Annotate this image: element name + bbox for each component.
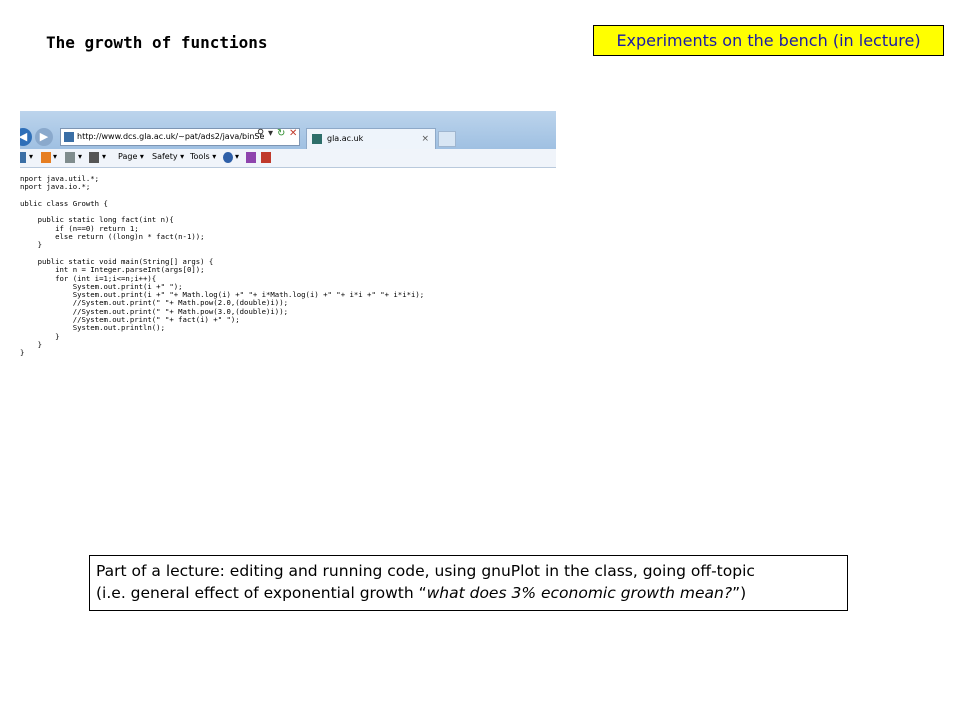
new-tab-button[interactable] bbox=[438, 131, 456, 147]
browser-tab[interactable]: gla.ac.uk × bbox=[306, 128, 436, 149]
caption-line-2: (i.e. general effect of exponential grow… bbox=[96, 582, 841, 604]
safety-menu[interactable]: Safety ▾ bbox=[152, 152, 184, 161]
command-bar: ▾ ▾ ▾ ▾ Page ▾ Safety ▾ Tools ▾ ▾ bbox=[20, 149, 556, 168]
slide-title: The growth of functions bbox=[46, 33, 268, 52]
stop-icon[interactable]: ✕ bbox=[289, 128, 297, 139]
topic-tag: Experiments on the bench (in lecture) bbox=[593, 25, 944, 56]
chevron-down-icon[interactable]: ▾ bbox=[268, 128, 273, 139]
tab-title: gla.ac.uk bbox=[327, 134, 364, 143]
chevron-down-icon[interactable]: ▾ bbox=[78, 152, 82, 161]
feeds-icon[interactable] bbox=[41, 152, 51, 163]
chevron-down-icon[interactable]: ▾ bbox=[235, 152, 239, 161]
page-menu[interactable]: Page ▾ bbox=[118, 152, 144, 161]
onenote-icon[interactable] bbox=[246, 152, 256, 163]
caption-question: what does 3% economic growth mean? bbox=[426, 584, 733, 602]
home-icon[interactable] bbox=[20, 152, 26, 163]
forward-icon[interactable]: ▶ bbox=[35, 128, 53, 146]
caption-line-1: Part of a lecture: editing and running c… bbox=[96, 562, 755, 580]
refresh-icon[interactable]: ↻ bbox=[277, 128, 285, 139]
print-icon[interactable] bbox=[89, 152, 99, 163]
site-icon bbox=[312, 134, 322, 144]
source-code: nport java.util.*; nport java.io.*; ubli… bbox=[20, 174, 425, 358]
search-icon[interactable]: ⚲ bbox=[257, 128, 264, 139]
browser-tab-bar: ◀ ▶ http://www.dcs.gla.ac.uk/~pat/ads2/j… bbox=[20, 111, 556, 149]
back-icon[interactable]: ◀ bbox=[20, 128, 32, 146]
help-icon[interactable] bbox=[223, 152, 233, 163]
tools-menu[interactable]: Tools ▾ bbox=[190, 152, 216, 161]
site-icon bbox=[64, 132, 74, 142]
onenote-linked-icon[interactable] bbox=[261, 152, 271, 163]
chevron-down-icon[interactable]: ▾ bbox=[53, 152, 57, 161]
address-text: http://www.dcs.gla.ac.uk/~pat/ads2/java/… bbox=[77, 132, 265, 141]
close-icon[interactable]: × bbox=[421, 129, 429, 149]
caption-box: Part of a lecture: editing and running c… bbox=[89, 555, 848, 611]
mail-icon[interactable] bbox=[65, 152, 75, 163]
browser-screenshot: ◀ ▶ http://www.dcs.gla.ac.uk/~pat/ads2/j… bbox=[20, 111, 556, 391]
chevron-down-icon[interactable]: ▾ bbox=[29, 152, 33, 161]
chevron-down-icon[interactable]: ▾ bbox=[102, 152, 106, 161]
caption-line-2-end: ”) bbox=[732, 584, 747, 602]
caption-line-2-start: (i.e. general effect of exponential grow… bbox=[96, 584, 427, 602]
